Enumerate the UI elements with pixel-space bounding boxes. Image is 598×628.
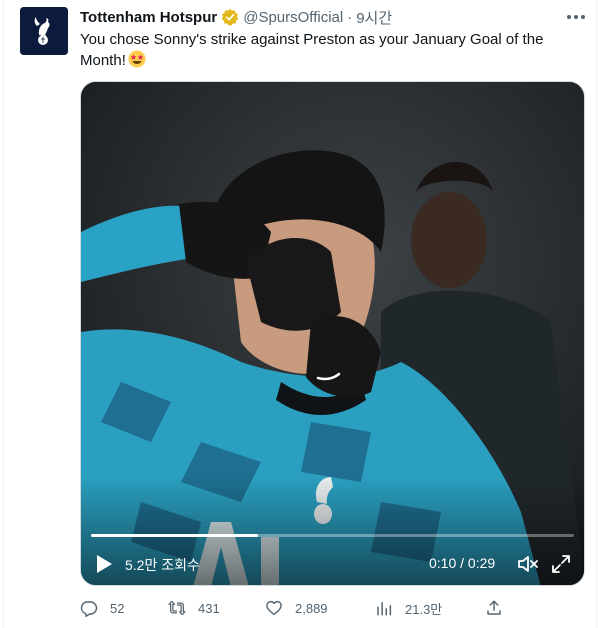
like-button[interactable]: 2,889 — [265, 596, 328, 620]
video-view-count: 5.2만 조회수 — [125, 557, 200, 573]
author-name[interactable]: Tottenham Hotspur — [80, 9, 217, 26]
spurs-crest-icon — [20, 7, 68, 55]
divider — [596, 0, 597, 628]
share-icon — [487, 600, 501, 615]
reply-count: 52 — [110, 600, 125, 616]
video-frame — [81, 82, 584, 585]
video-player[interactable]: 5.2만 조회수 0:10 / 0:29 — [80, 81, 585, 586]
tweet-body: You chose Sonny's strike against Preston… — [80, 31, 544, 69]
views-count: 21.3만 — [405, 601, 443, 617]
retweet-icon — [168, 600, 186, 616]
reply-button[interactable]: 52 — [80, 596, 124, 620]
tweet-timestamp[interactable]: 9시간 — [356, 7, 392, 28]
reply-icon — [80, 601, 98, 617]
views-button[interactable]: 21.3만 — [375, 596, 442, 620]
author-handle[interactable]: @SpursOfficial — [243, 9, 343, 26]
verified-badge-icon — [222, 8, 239, 26]
retweet-button[interactable]: 431 — [168, 596, 220, 620]
tweet-header: Tottenham Hotspur @SpursOfficial · 9시간 — [80, 7, 392, 27]
tweet-actions: 52 431 2,889 21.3만 — [80, 596, 585, 620]
analytics-icon — [377, 602, 392, 616]
play-icon[interactable] — [95, 554, 113, 574]
divider — [3, 0, 4, 628]
star-struck-emoji-icon — [128, 50, 146, 68]
avatar[interactable] — [20, 7, 68, 55]
more-options-icon[interactable] — [565, 7, 587, 27]
retweet-count: 431 — [198, 600, 220, 616]
fullscreen-icon[interactable] — [551, 554, 571, 574]
tweet-card: Tottenham Hotspur @SpursOfficial · 9시간 Y… — [0, 0, 598, 628]
header-separator: · — [347, 8, 353, 26]
share-button[interactable] — [485, 596, 515, 620]
video-progress-bar[interactable] — [91, 534, 574, 537]
tweet-text: You chose Sonny's strike against Preston… — [80, 29, 575, 71]
heart-icon — [266, 600, 282, 616]
video-timecode: 0:10 / 0:29 — [429, 555, 496, 571]
video-progress-fill — [91, 534, 258, 537]
like-count: 2,889 — [295, 600, 328, 616]
mute-icon[interactable] — [517, 554, 539, 574]
